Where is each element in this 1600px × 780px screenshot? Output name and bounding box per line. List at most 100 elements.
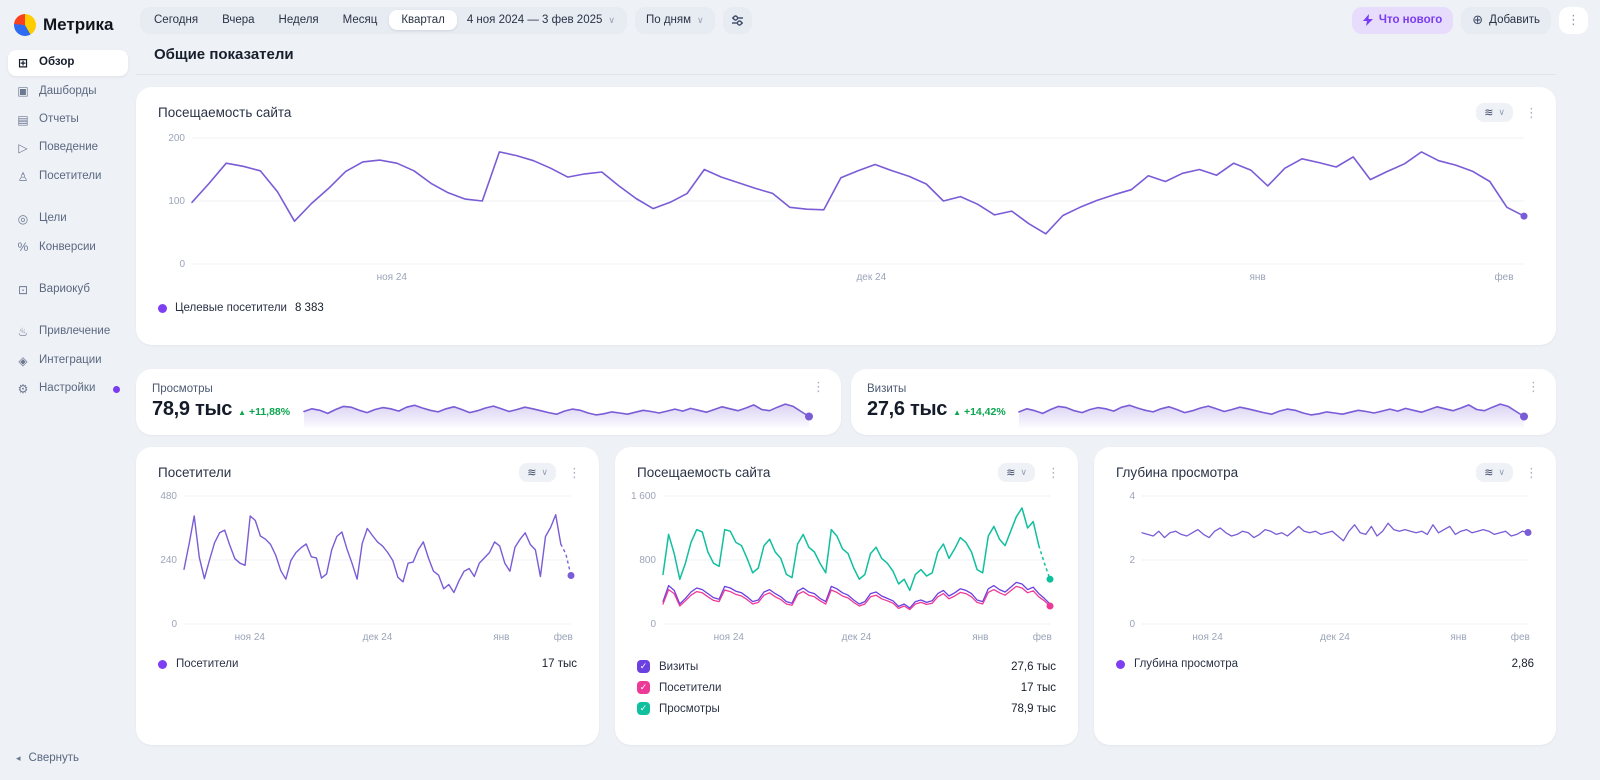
add-label: Добавить — [1489, 14, 1540, 26]
legend-checkbox-icon[interactable]: ✓ — [637, 660, 650, 673]
reports-icon: ▤ — [17, 112, 29, 127]
range-tab[interactable]: Месяц — [331, 10, 390, 30]
sidebar: Метрика ⊞ Обзор ▣ Дашборды ▤ Отчеты ▷ Поведение… — [0, 0, 132, 780]
kpi-title: Просмотры — [152, 383, 213, 395]
svg-text:100: 100 — [168, 196, 185, 207]
card-title: Посещаемость сайта — [158, 105, 292, 120]
visitors-card: Посетители ≋ ∨ ⋮ 0 240 480 ноя 24 дек 24 янв ф… — [136, 447, 599, 745]
line-chart-icon: ≋ — [527, 467, 537, 479]
svg-text:дек 24: дек 24 — [1320, 632, 1350, 643]
brand-logo[interactable]: Метрика — [8, 10, 128, 50]
date-range-picker[interactable]: 4 ноя 2024 — 3 фев 2025 ∨ — [457, 10, 625, 30]
chart-legend-row[interactable]: ✓ Посетители 17 тыс — [615, 677, 1078, 698]
segments-filter-button[interactable] — [722, 6, 752, 34]
legend-checkbox-icon[interactable]: ✓ — [637, 702, 650, 715]
attraction-flame-icon: ♨ — [17, 325, 29, 340]
granularity-value: По дням — [645, 14, 692, 26]
traffic-chart[interactable]: 0 800 1 600 ноя 24 дек 24 янв фев — [625, 488, 1064, 648]
sidebar-item[interactable]: ⚙ Настройки — [8, 376, 128, 402]
sidebar-item-label: Обзор — [39, 56, 75, 69]
page-title: Общие показатели — [154, 46, 294, 63]
svg-text:0: 0 — [1129, 619, 1135, 630]
range-tab[interactable]: Вчера — [210, 10, 266, 30]
chart-type-select[interactable]: ≋ ∨ — [998, 463, 1035, 482]
sidebar-item[interactable]: ▣ Дашборды — [8, 78, 128, 104]
sidebar-item-label: Цели — [39, 212, 67, 225]
card-header: Посещаемость сайта ≋ ∨ ⋮ — [136, 87, 1556, 122]
metrica-app: Метрика ⊞ Обзор ▣ Дашборды ▤ Отчеты ▷ Поведение… — [0, 0, 1600, 780]
chart-legend[interactable]: Целевые посетители 8 383 — [136, 288, 1556, 314]
chart-type-select[interactable]: ≋ ∨ — [1476, 463, 1513, 482]
whats-new-button[interactable]: Что нового — [1351, 6, 1454, 34]
chart-type-select[interactable]: ≋ ∨ — [1476, 103, 1513, 122]
card-menu-button[interactable]: ⋮ — [1521, 105, 1542, 121]
kpi-meta: Просмотры 78,9 тыс ▲ +11,88% — [152, 383, 292, 421]
add-widget-button[interactable]: ⊕ Добавить — [1461, 6, 1551, 34]
svg-text:200: 200 — [168, 133, 185, 144]
card-menu-button[interactable]: ⋮ — [1521, 465, 1542, 481]
legend-checkbox-icon[interactable]: ✓ — [637, 681, 650, 694]
line-chart-icon: ≋ — [1006, 467, 1016, 479]
chart-type-select[interactable]: ≋ ∨ — [519, 463, 556, 482]
sidebar-item-label: Конверсии — [39, 240, 96, 253]
add-icon: ⊕ — [1472, 12, 1484, 27]
sidebar-item[interactable]: ◈ Интеграции — [8, 348, 128, 374]
sidebar-item[interactable]: ◎ Цели — [8, 206, 128, 232]
topbar-more-button[interactable]: ⋮ — [1559, 6, 1588, 34]
chart-legend-row[interactable]: ✓ Визиты 27,6 тыс — [615, 656, 1078, 677]
sidebar-item-label: Поведение — [39, 141, 99, 154]
main-content: Общие показатели Посещаемость сайта ≋ ∨ … — [132, 38, 1600, 780]
behavior-play-icon: ▷ — [18, 141, 28, 156]
chart-legend[interactable]: Посетители 17 тыс — [136, 648, 599, 670]
range-tab[interactable]: Неделя — [267, 10, 331, 30]
overview-grid-icon: ⊞ — [17, 56, 29, 70]
variocube-icon: ⊡ — [17, 282, 29, 297]
sidebar-item-label: Интеграции — [39, 353, 102, 366]
legend-value: 2,86 — [1511, 658, 1534, 670]
range-tab[interactable]: Квартал — [389, 10, 457, 30]
svg-text:ноя 24: ноя 24 — [1192, 632, 1223, 643]
svg-text:фев: фев — [1033, 631, 1052, 643]
sidebar-item[interactable]: % Конверсии — [8, 234, 128, 260]
sidebar-item[interactable]: ♙ Посетители — [8, 164, 128, 190]
collapse-arrow-icon: ◂ — [16, 752, 21, 763]
site-traffic-chart[interactable]: 0 100 200 ноя 24 дек 24 янв фев — [154, 130, 1538, 288]
goals-target-icon: ◎ — [17, 211, 29, 226]
range-tabs: Сегодня Вчера Неделя Месяц Квартал — [142, 10, 457, 30]
kpi-meta: Визиты 27,6 тыс ▲ +14,42% — [867, 383, 1007, 421]
topbar-actions: Что нового ⊕ Добавить ⋮ — [1351, 6, 1588, 34]
svg-text:1 600: 1 600 — [631, 491, 656, 502]
chart-legend[interactable]: Глубина просмотра 2,86 — [1094, 648, 1556, 670]
legend-value: 78,9 тыс — [1011, 702, 1056, 715]
line-chart-icon: ≋ — [1484, 467, 1494, 479]
svg-text:800: 800 — [639, 555, 656, 566]
depth-chart[interactable]: 0 2 4 ноя 24 дек 24 янв фев — [1104, 488, 1542, 648]
chevron-down-icon: ∨ — [697, 14, 704, 25]
kpi-value: 27,6 тыс — [867, 398, 948, 420]
sidebar-item[interactable]: ⊡ Вариокуб — [8, 277, 128, 303]
card-menu-button[interactable]: ⋮ — [1043, 465, 1064, 481]
sidebar-item-label: Дашборды — [39, 84, 97, 97]
sidebar-item[interactable]: ♨ Привлечение — [8, 319, 128, 345]
sidebar-item[interactable]: ⊞ Обзор — [8, 50, 128, 77]
visitors-chart[interactable]: 0 240 480 ноя 24 дек 24 янв фев — [146, 488, 585, 648]
card-menu-button[interactable]: ⋮ — [564, 465, 585, 481]
card-menu-button[interactable]: ⋮ — [1523, 379, 1544, 395]
legend-value: 27,6 тыс — [1011, 660, 1056, 673]
collapse-sidebar-button[interactable]: ◂ Свернуть — [8, 746, 128, 770]
brand-name: Метрика — [43, 15, 114, 34]
chart-legend-row[interactable]: ✓ Просмотры 78,9 тыс — [615, 698, 1078, 719]
granularity-select[interactable]: По дням ∨ — [634, 6, 715, 34]
kpi-delta: ▲ +14,42% — [953, 406, 1006, 418]
bottom-cards-row: Посетители ≋ ∨ ⋮ 0 240 480 ноя 24 дек 24 янв ф… — [136, 447, 1556, 745]
views-sparkline[interactable] — [302, 391, 821, 429]
svg-text:ноя 24: ноя 24 — [377, 272, 408, 283]
sidebar-item[interactable]: ▤ Отчеты — [8, 107, 128, 133]
visits-sparkline[interactable] — [1017, 391, 1536, 429]
card-menu-button[interactable]: ⋮ — [808, 379, 829, 395]
range-tab[interactable]: Сегодня — [142, 10, 210, 30]
legend-label: Глубина просмотра — [1134, 658, 1238, 670]
sidebar-item[interactable]: ▷ Поведение — [8, 135, 128, 161]
svg-text:480: 480 — [160, 491, 177, 502]
sidebar-item-label: Вариокуб — [39, 283, 90, 296]
